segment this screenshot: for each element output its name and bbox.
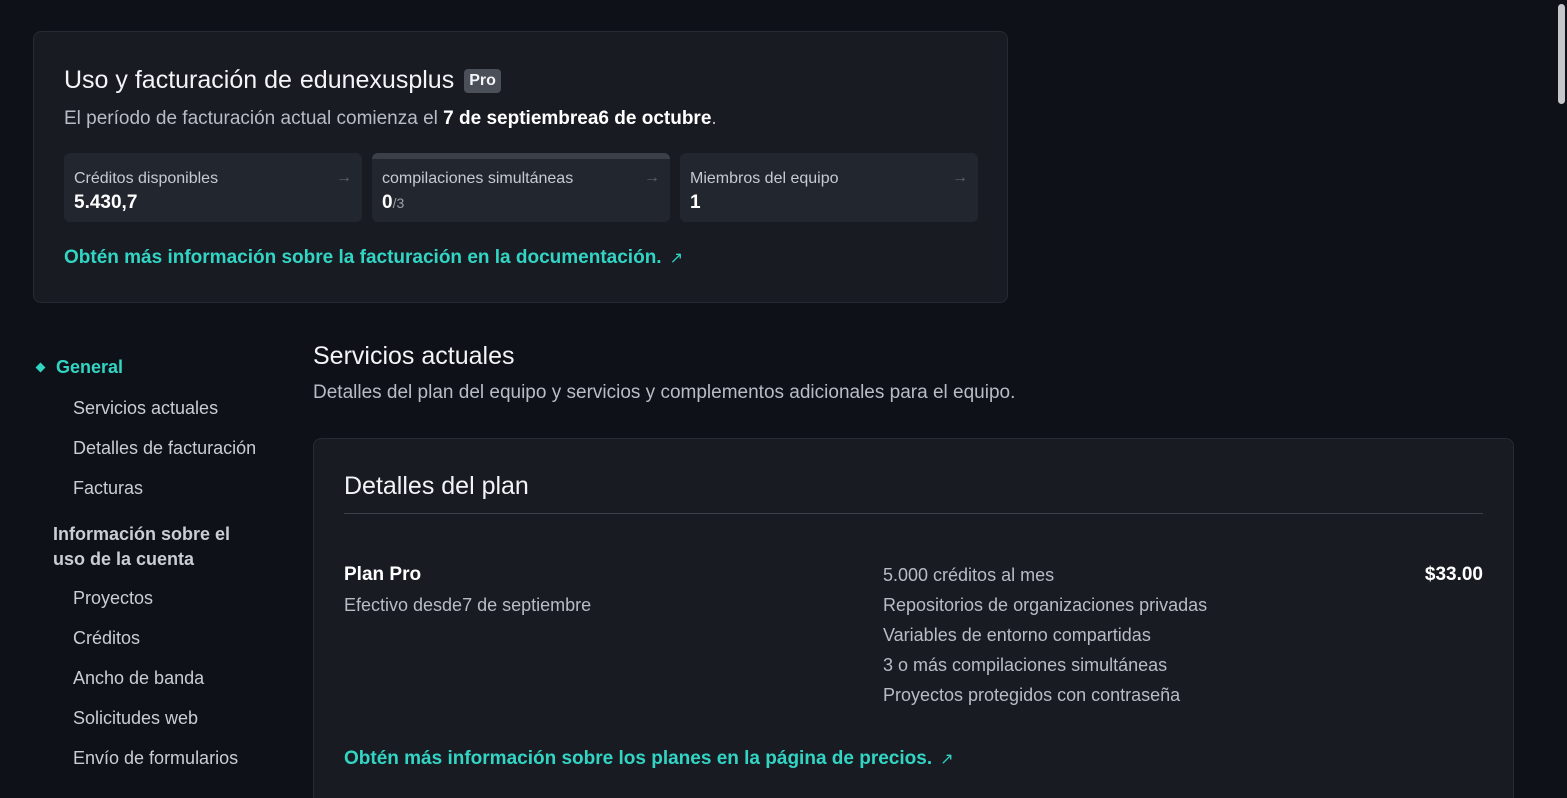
arrow-right-icon: → (644, 169, 660, 186)
stat-card-team-members[interactable]: Miembros del equipo 1 → (680, 153, 978, 222)
plan-feature: Variables de entorno compartidas (883, 625, 1151, 645)
sidebar-nav: General Servicios actuales Detalles de f… (33, 350, 273, 778)
billing-summary-card: Uso y facturación de edunexusplus Pro El… (33, 31, 1008, 303)
plan-feature: 3 o más compilaciones simultáneas (883, 655, 1168, 675)
plan-effective-date: Efectivo desde7 de septiembre (344, 595, 592, 615)
plan-features-list: 5.000 créditos al mes Repositorios de or… (883, 563, 1207, 713)
arrow-right-icon: → (952, 169, 968, 186)
sidebar-item-invoices[interactable]: Facturas (33, 468, 273, 508)
stats-row: Créditos disponibles 5.430,7 → compilaci… (64, 153, 978, 222)
section-title: Servicios actuales (313, 342, 515, 370)
page-scrollbar[interactable] (1555, 0, 1567, 798)
team-name: edunexusplus (299, 66, 455, 94)
summary-title: Uso y facturación de edunexusplus Pro (64, 66, 501, 95)
stat-card-credits[interactable]: Créditos disponibles 5.430,7 → (64, 153, 362, 222)
plan-badge: Pro (464, 68, 501, 93)
pricing-page-link[interactable]: Obtén más información sobre los planes e… (344, 748, 954, 770)
stat-value-number: 0 (382, 192, 393, 213)
external-link-icon: ↗ (940, 751, 954, 768)
plan-feature: Repositorios de organizaciones privadas (883, 595, 1208, 615)
sidebar-item-billing-details[interactable]: Detalles de facturación (33, 428, 273, 468)
plan-feature: 5.000 créditos al mes (883, 565, 1055, 585)
sidebar-item-form-submissions[interactable]: Envío de formularios (33, 738, 273, 778)
billing-docs-link[interactable]: Obtén más información sobre la facturaci… (64, 247, 683, 269)
billing-period: El período de facturación actual comienz… (64, 108, 717, 130)
plan-card-title: Detalles del plan (344, 472, 529, 500)
stat-label: Miembros del equipo (690, 170, 839, 187)
billing-docs-link-text: Obtén más información sobre la facturaci… (64, 247, 662, 268)
sidebar-group-general[interactable]: General (33, 350, 273, 384)
stat-card-concurrent-builds[interactable]: compilaciones simultáneas 0/3 → (372, 153, 670, 222)
period-suffix: . (711, 108, 717, 129)
sidebar-item-web-requests[interactable]: Solicitudes web (33, 698, 273, 738)
divider (344, 513, 1483, 514)
sidebar-item-bandwidth[interactable]: Ancho de banda (33, 658, 273, 698)
period-prefix: El período de facturación actual comienz… (64, 108, 438, 129)
arrow-right-icon: → (336, 169, 352, 186)
pricing-link-text: Obtén más información sobre los planes e… (344, 748, 933, 769)
plan-price: $33.00 (1424, 564, 1483, 585)
sidebar-group-label: General (56, 356, 124, 377)
stat-value-number: 1 (690, 192, 701, 213)
stat-value: 5.430,7 (74, 192, 137, 214)
plan-feature: Proyectos protegidos con contraseña (883, 685, 1181, 705)
sidebar-heading-usage[interactable]: Información sobre el uso de la cuenta (33, 522, 253, 572)
sidebar-item-current-services[interactable]: Servicios actuales (33, 388, 273, 428)
scrollbar-thumb[interactable] (1558, 4, 1565, 104)
sidebar-item-projects[interactable]: Proyectos (33, 578, 273, 618)
stat-value-number: 5.430,7 (74, 192, 138, 213)
external-link-icon: ↗ (669, 250, 683, 267)
period-dates: 7 de septiembrea6 de octubre (443, 108, 712, 129)
stat-value-max: /3 (392, 195, 405, 211)
diamond-bullet-icon (35, 362, 46, 372)
stat-label: compilaciones simultáneas (382, 170, 574, 187)
sidebar-item-credits[interactable]: Créditos (33, 618, 273, 658)
plan-name: Plan Pro (344, 564, 422, 585)
plan-details-card: Detalles del plan Plan Pro Efectivo desd… (313, 438, 1514, 798)
section-subtitle: Detalles del plan del equipo y servicios… (313, 382, 1016, 403)
stat-value: 0/3 (382, 192, 404, 214)
stat-value: 1 (690, 192, 701, 214)
stat-label: Créditos disponibles (74, 170, 219, 187)
summary-title-text: Uso y facturación de (64, 66, 292, 94)
